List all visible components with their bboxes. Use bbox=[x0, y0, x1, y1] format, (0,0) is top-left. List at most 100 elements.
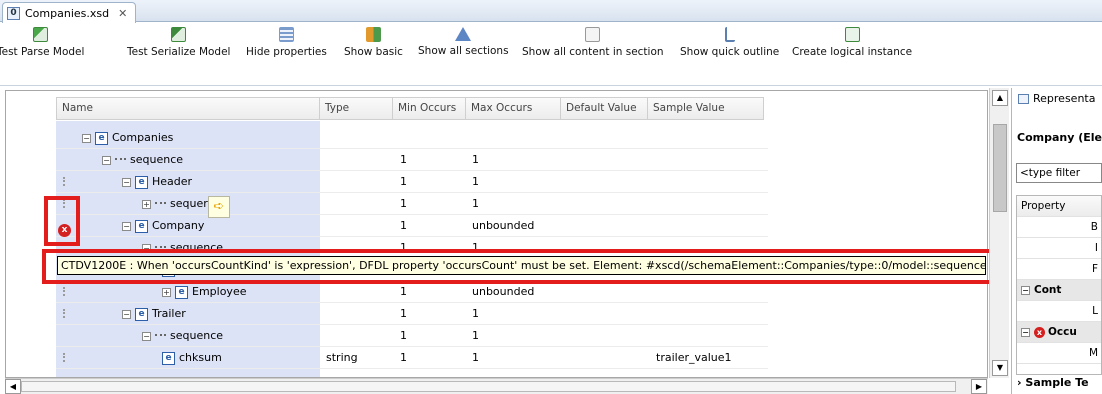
show-quick-outline-button[interactable]: Show quick outline bbox=[680, 27, 779, 58]
property-row[interactable]: F bbox=[1017, 259, 1101, 280]
expand-icon[interactable]: + bbox=[142, 199, 151, 209]
collapse-icon[interactable]: − bbox=[122, 309, 131, 319]
scroll-up-icon[interactable]: ▲ bbox=[992, 90, 1008, 106]
column-header-sample-value[interactable]: Sample Value bbox=[648, 97, 764, 120]
table-row[interactable]: + e Employee 1 unbounded bbox=[56, 281, 768, 303]
test-parse-model-button[interactable]: Test Parse Model bbox=[0, 27, 84, 58]
show-all-content-icon bbox=[585, 27, 601, 42]
row-name-cell: − e Company bbox=[122, 215, 204, 237]
column-header-default-value[interactable]: Default Value bbox=[561, 97, 648, 120]
hide-properties-button[interactable]: Hide properties bbox=[246, 27, 327, 58]
panel-tab[interactable]: Representa bbox=[1018, 92, 1095, 105]
show-basic-button[interactable]: Show basic bbox=[344, 27, 403, 58]
type-filter-input[interactable]: <type filter bbox=[1016, 163, 1102, 183]
property-column-header[interactable]: Property bbox=[1017, 196, 1101, 217]
property-section-content[interactable]: − Cont bbox=[1017, 280, 1101, 301]
toolbar-label: Test Serialize Model bbox=[127, 46, 231, 58]
editor-tab-bar: 0 Companies.xsd ✕ bbox=[0, 0, 1102, 23]
row-min-cell: 1 bbox=[400, 329, 407, 342]
table-row[interactable]: − sequence 1 1 bbox=[56, 149, 768, 171]
scroll-left-icon[interactable]: ◀ bbox=[5, 379, 21, 394]
row-name: sequer bbox=[170, 197, 208, 210]
element-icon: e bbox=[175, 285, 188, 299]
collapse-icon[interactable]: − bbox=[82, 133, 91, 143]
vertical-scrollbar[interactable]: ▲ ▼ bbox=[989, 88, 1009, 378]
scroll-right-icon[interactable]: ▶ bbox=[971, 379, 987, 394]
scroll-thumb[interactable] bbox=[21, 381, 956, 392]
row-max-cell: 1 bbox=[472, 307, 479, 320]
toolbar-label: Hide properties bbox=[246, 46, 327, 58]
property-row[interactable]: B bbox=[1017, 217, 1101, 238]
close-icon[interactable]: ✕ bbox=[118, 7, 127, 20]
expand-icon[interactable]: + bbox=[162, 287, 171, 297]
row-name: sequence bbox=[130, 153, 184, 166]
show-all-sections-icon bbox=[455, 27, 472, 41]
row-name-cell: − e Header bbox=[122, 171, 192, 193]
row-min-cell: 1 bbox=[400, 307, 407, 320]
row-min-cell: 1 bbox=[400, 219, 407, 232]
row-max-cell: unbounded bbox=[472, 219, 535, 232]
collapse-icon[interactable]: − bbox=[1021, 285, 1030, 295]
table-row[interactable]: − e Trailer 1 1 bbox=[56, 303, 768, 325]
editor-toolbar: Test Parse Model Test Serialize Model Hi… bbox=[0, 23, 1102, 86]
test-parse-icon bbox=[33, 27, 49, 42]
column-header-max-occurs[interactable]: Max Occurs bbox=[466, 97, 561, 120]
collapse-icon[interactable]: − bbox=[1021, 327, 1030, 337]
panel-title: Representa bbox=[1033, 92, 1096, 105]
table-row[interactable]: − e Companies bbox=[56, 127, 768, 149]
collapse-icon[interactable]: − bbox=[122, 177, 131, 187]
tree-line bbox=[63, 177, 66, 186]
element-ref-icon: e bbox=[135, 219, 148, 233]
table-row[interactable]: − sequence 1 1 bbox=[56, 325, 768, 347]
row-max-cell: 1 bbox=[472, 197, 479, 210]
toolbar-label: Create logical instance bbox=[792, 46, 913, 58]
property-row[interactable]: M bbox=[1017, 343, 1101, 364]
tree-line bbox=[63, 353, 66, 362]
collapse-icon[interactable]: − bbox=[122, 221, 131, 231]
quick-outline-icon bbox=[724, 27, 735, 42]
element-icon: e bbox=[135, 307, 148, 321]
table-row[interactable]: + sequer 1 1 bbox=[56, 193, 768, 215]
hide-properties-icon bbox=[278, 27, 294, 42]
row-min-cell: 1 bbox=[400, 351, 407, 364]
property-table: Property B I F − Cont L − x Occu M bbox=[1016, 195, 1102, 375]
row-min-cell: 1 bbox=[400, 197, 407, 210]
column-header-name[interactable]: Name bbox=[56, 97, 320, 120]
column-header-type[interactable]: Type bbox=[320, 97, 393, 120]
create-logical-instance-button[interactable]: Create logical instance bbox=[792, 27, 912, 58]
row-name: Companies bbox=[112, 131, 174, 144]
row-name: Header bbox=[152, 175, 193, 188]
row-name: Trailer bbox=[152, 307, 186, 320]
scroll-thumb[interactable] bbox=[993, 124, 1007, 212]
row-name-cell: − sequence bbox=[102, 149, 183, 171]
test-serialize-model-button[interactable]: Test Serialize Model bbox=[127, 27, 230, 58]
row-name-cell: − e Companies bbox=[82, 127, 173, 149]
create-instance-icon bbox=[844, 27, 860, 42]
toolbar-label: Test Parse Model bbox=[0, 46, 85, 58]
xsd-file-icon: 0 bbox=[7, 6, 20, 20]
collapse-icon[interactable]: − bbox=[102, 155, 111, 165]
sample-test-section[interactable]: › Sample Te bbox=[1017, 376, 1089, 389]
toolbar-label: Show all content in section bbox=[522, 46, 664, 58]
scroll-down-icon[interactable]: ▼ bbox=[992, 360, 1008, 376]
row-sample-cell: trailer_value1 bbox=[656, 351, 732, 364]
table-row[interactable]: e chksum string 1 1 trailer_value1 bbox=[56, 347, 768, 369]
show-all-sections-button[interactable]: Show all sections bbox=[418, 27, 509, 57]
row-name-cell: + e Employee bbox=[162, 281, 246, 303]
property-section-occurs[interactable]: − x Occu bbox=[1017, 322, 1101, 343]
collapse-icon[interactable]: − bbox=[142, 331, 151, 341]
table-row[interactable]: − e Header 1 1 bbox=[56, 171, 768, 193]
row-min-cell: 1 bbox=[400, 175, 407, 188]
column-header-min-occurs[interactable]: Min Occurs bbox=[393, 97, 466, 120]
row-name: chksum bbox=[179, 351, 222, 364]
tab-companies-xsd[interactable]: 0 Companies.xsd ✕ bbox=[2, 2, 137, 23]
property-row[interactable]: I bbox=[1017, 238, 1101, 259]
properties-panel: Representa Company (Ele <type filter Pro… bbox=[1011, 88, 1102, 394]
property-row[interactable]: L bbox=[1017, 301, 1101, 322]
table-row[interactable]: − e Company 1 unbounded bbox=[56, 215, 768, 237]
horizontal-scrollbar[interactable]: ◀ ▶ bbox=[5, 378, 988, 394]
chevron-right-icon: › bbox=[1017, 376, 1022, 389]
show-all-content-button[interactable]: Show all content in section bbox=[522, 27, 664, 58]
sequence-icon bbox=[115, 157, 126, 163]
show-basic-icon bbox=[365, 27, 381, 42]
